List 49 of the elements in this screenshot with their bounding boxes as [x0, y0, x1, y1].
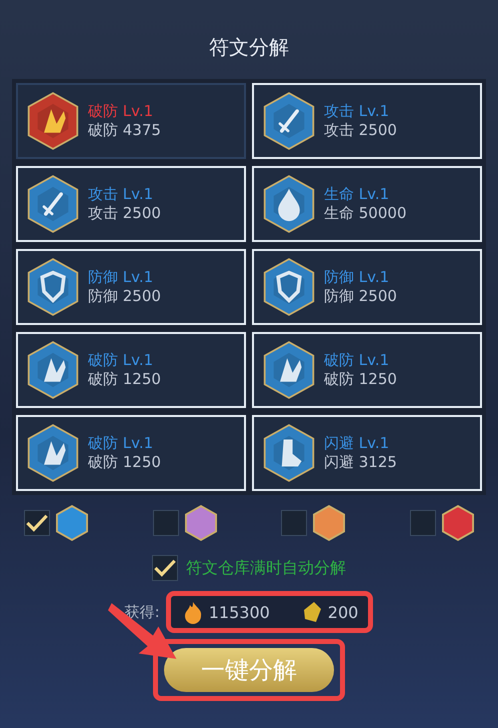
rune-name: 攻击 Lv.1	[324, 102, 390, 121]
horn-icon	[26, 91, 80, 151]
rune-stat: 攻击 2500	[88, 204, 161, 223]
rune-stat: 破防 4375	[88, 121, 161, 140]
shield-icon	[262, 257, 316, 317]
rune-name: 攻击 Lv.1	[88, 185, 154, 204]
boot-icon	[262, 423, 316, 483]
rune-stat: 防御 2500	[324, 287, 397, 306]
rune-name: 防御 Lv.1	[324, 268, 390, 287]
rune-stat: 破防 1250	[324, 370, 397, 389]
rune-stat: 生命 50000	[324, 204, 406, 223]
rune-stat: 破防 1250	[88, 370, 161, 389]
rune-card[interactable]: 生命 Lv.1 生命 50000	[252, 166, 482, 242]
rune-stat: 攻击 2500	[324, 121, 397, 140]
rune-card[interactable]: 攻击 Lv.1 攻击 2500	[252, 83, 482, 159]
rune-stat: 闪避 3125	[324, 453, 397, 472]
rune-name: 破防 Lv.1	[88, 434, 154, 453]
rune-name: 破防 Lv.1	[324, 351, 390, 370]
auto-decompose-label: 符文仓库满时自动分解	[186, 558, 346, 578]
sword-icon	[262, 91, 316, 151]
rune-name: 防御 Lv.1	[88, 268, 154, 287]
filter-checkbox[interactable]	[281, 510, 308, 536]
rune-card[interactable]: 防御 Lv.1 防御 2500	[16, 249, 246, 325]
rune-stat: 破防 1250	[88, 453, 161, 472]
horn-icon	[262, 340, 316, 400]
auto-checkbox[interactable]	[152, 555, 178, 581]
rune-stat: 防御 2500	[88, 287, 161, 306]
rune-card[interactable]: 破防 Lv.1 破防 4375	[16, 83, 246, 159]
filter-checkbox[interactable]	[410, 510, 436, 536]
rune-name: 破防 Lv.1	[88, 102, 154, 121]
rune-card[interactable]: 破防 Lv.1 破防 1250	[16, 415, 246, 491]
reward-amount: 200	[328, 602, 358, 622]
rune-card[interactable]: 破防 Lv.1 破防 1250	[252, 332, 482, 408]
shield-icon	[26, 257, 80, 317]
reward-amount: 115300	[208, 602, 270, 622]
water-drop-icon	[262, 174, 316, 234]
rune-name: 生命 Lv.1	[324, 185, 390, 204]
filter-checkbox[interactable]	[24, 510, 50, 536]
filter-checkbox[interactable]	[152, 510, 179, 536]
sword-icon	[26, 174, 80, 234]
horn-icon	[26, 423, 80, 483]
panel-title: 符文分解	[208, 34, 290, 61]
rune-card[interactable]: 破防 Lv.1 破防 1250	[16, 332, 246, 408]
rune-name: 闪避 Lv.1	[324, 434, 390, 453]
rune-card[interactable]: 防御 Lv.1 防御 2500	[252, 249, 482, 325]
rune-card[interactable]: 攻击 Lv.1 攻击 2500	[16, 166, 246, 242]
horn-icon	[26, 340, 80, 400]
rune-name: 破防 Lv.1	[88, 351, 154, 370]
rune-card[interactable]: 闪避 Lv.1 闪避 3125	[252, 415, 482, 491]
